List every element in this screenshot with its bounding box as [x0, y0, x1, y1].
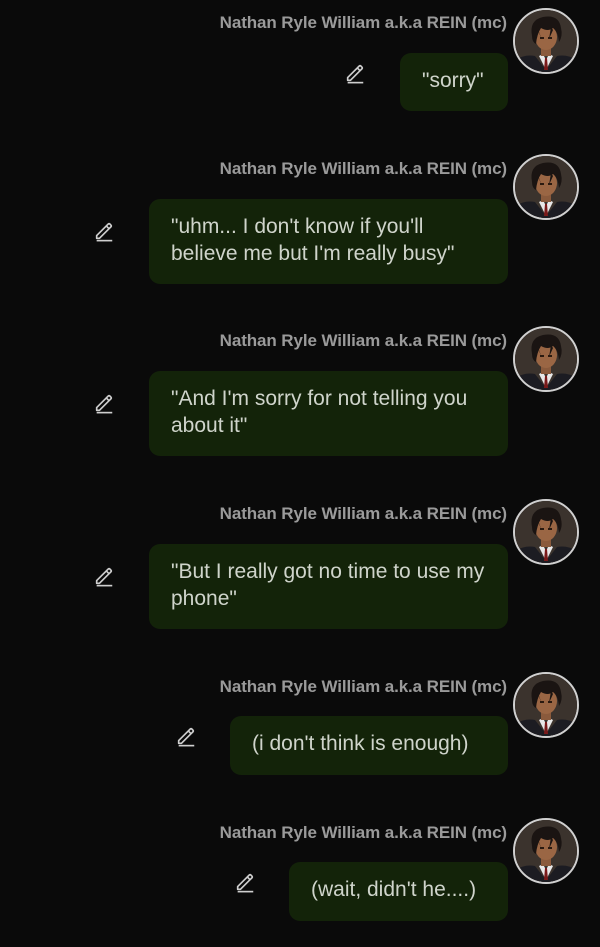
pencil-edit-icon[interactable] [93, 220, 115, 242]
message-text: (i don't think is enough) [252, 732, 469, 755]
avatar[interactable] [513, 672, 579, 738]
message-text: "But I really got no time to use my phon… [171, 560, 485, 610]
sender-name: Nathan Ryle William a.k.a REIN (mc) [219, 677, 507, 696]
message-text: "uhm... I don't know if you'll believe m… [171, 215, 455, 265]
message-text: "sorry" [422, 69, 484, 92]
message-bubble[interactable]: "And I'm sorry for not telling you about… [149, 371, 508, 456]
avatar[interactable] [513, 499, 579, 565]
message-bubble[interactable]: "But I really got no time to use my phon… [149, 544, 508, 629]
avatar[interactable] [513, 326, 579, 392]
message-bubble[interactable]: "sorry" [400, 53, 508, 111]
pencil-edit-icon[interactable] [234, 871, 256, 893]
sender-name: Nathan Ryle William a.k.a REIN (mc) [219, 504, 507, 523]
sender-name: Nathan Ryle William a.k.a REIN (mc) [219, 823, 507, 842]
sender-name: Nathan Ryle William a.k.a REIN (mc) [219, 331, 507, 350]
message-bubble[interactable]: "uhm... I don't know if you'll believe m… [149, 199, 508, 284]
pencil-edit-icon[interactable] [175, 725, 197, 747]
avatar[interactable] [513, 8, 579, 74]
message-text: "And I'm sorry for not telling you about… [171, 387, 468, 437]
avatar[interactable] [513, 154, 579, 220]
sender-name: Nathan Ryle William a.k.a REIN (mc) [219, 159, 507, 178]
message-bubble[interactable]: (wait, didn't he....) [289, 862, 508, 921]
message-bubble[interactable]: (i don't think is enough) [230, 716, 508, 775]
message-text: (wait, didn't he....) [311, 878, 477, 901]
pencil-edit-icon[interactable] [344, 62, 366, 84]
pencil-edit-icon[interactable] [93, 392, 115, 414]
sender-name: Nathan Ryle William a.k.a REIN (mc) [219, 13, 507, 32]
pencil-edit-icon[interactable] [93, 565, 115, 587]
avatar[interactable] [513, 818, 579, 884]
